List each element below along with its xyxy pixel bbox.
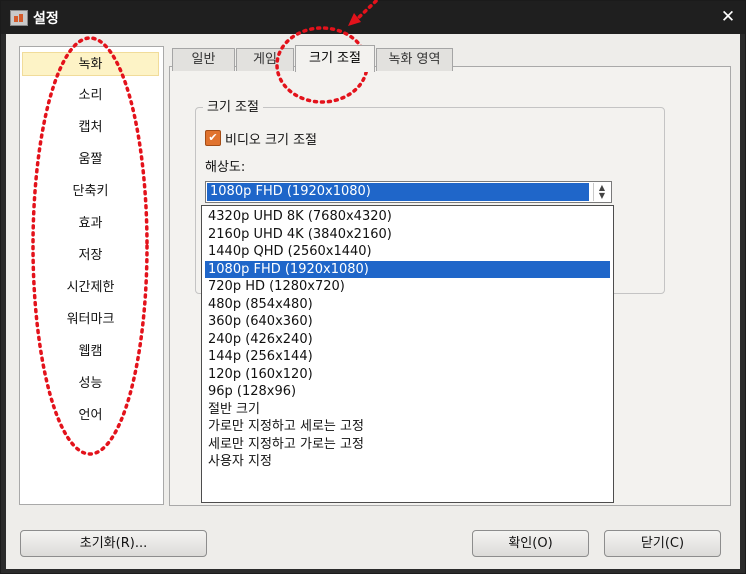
resolution-select[interactable]: 1080p FHD (1920x1080) ▲ ▼ xyxy=(205,181,612,203)
dropdown-option[interactable]: 720p HD (1280x720) xyxy=(205,278,610,295)
check-icon[interactable]: ✔ xyxy=(205,130,221,146)
title-bar: 설정 ✕ xyxy=(1,1,745,34)
dropdown-option[interactable]: 가로만 지정하고 세로는 고정 xyxy=(205,418,610,435)
dropdown-option[interactable]: 480p (854x480) xyxy=(205,296,610,313)
sidebar-item[interactable]: 움짤 xyxy=(22,148,159,172)
sidebar-item[interactable]: 워터마크 xyxy=(22,308,159,332)
spin-down-glyph: ▼ xyxy=(598,191,606,200)
dropdown-option[interactable]: 세로만 지정하고 가로는 고정 xyxy=(205,436,610,453)
sidebar-item[interactable]: 웹캠 xyxy=(22,340,159,364)
dropdown-option[interactable]: 1440p QHD (2560x1440) xyxy=(205,243,610,260)
close-button[interactable]: 닫기(C) xyxy=(604,530,721,557)
settings-window: 설정 ✕ 녹화 소리 캡처 움짤 단축키 효과 저장 시간제한 워터마크 웹캠 성능 언어 일반 게임 크… xyxy=(0,0,746,574)
resolution-dropdown-list: 4320p UHD 8K (7680x4320) 2160p UHD 4K (38… xyxy=(201,205,614,503)
spin-icon[interactable]: ▲ ▼ xyxy=(593,183,610,201)
group-title: 크기 조절 xyxy=(203,96,263,115)
tab[interactable]: 크기 조절 xyxy=(295,45,375,72)
window-title: 설정 xyxy=(33,11,59,27)
sidebar-item[interactable]: 효과 xyxy=(22,212,159,236)
sidebar-item[interactable]: 성능 xyxy=(22,372,159,396)
dropdown-option[interactable]: 120p (160x120) xyxy=(205,366,610,383)
dropdown-option[interactable]: 2160p UHD 4K (3840x2160) xyxy=(205,226,610,243)
resolution-select-value: 1080p FHD (1920x1080) xyxy=(207,183,589,201)
sidebar-item[interactable]: 저장 xyxy=(22,244,159,268)
sidebar-item[interactable]: 단축키 xyxy=(22,180,159,204)
reset-button[interactable]: 초기화(R)... xyxy=(20,530,207,557)
sidebar-item[interactable]: 캡처 xyxy=(22,116,159,140)
tab[interactable]: 게임 xyxy=(236,48,294,71)
dropdown-option[interactable]: 4320p UHD 8K (7680x4320) xyxy=(205,208,610,225)
dropdown-option[interactable]: 절반 크기 xyxy=(205,401,610,418)
dropdown-option[interactable]: 사용자 지정 xyxy=(205,453,610,470)
ok-button[interactable]: 확인(O) xyxy=(472,530,589,557)
sidebar-item[interactable]: 녹화 xyxy=(22,52,159,76)
app-icon xyxy=(10,10,28,26)
dialog-body: 녹화 소리 캡처 움짤 단축키 효과 저장 시간제한 워터마크 웹캠 성능 언어 일반 게임 크기 조절 녹… xyxy=(6,34,740,569)
tab[interactable]: 녹화 영역 xyxy=(376,48,453,71)
dropdown-option[interactable]: 1080p FHD (1920x1080) xyxy=(205,260,610,278)
sidebar: 녹화소리캡처움짤단축키효과저장시간제한워터마크웹캠성능언어 xyxy=(19,46,164,505)
dropdown-option[interactable]: 240p (426x240) xyxy=(205,331,610,348)
sidebar-item[interactable]: 소리 xyxy=(22,84,159,108)
dropdown-option[interactable]: 96p (128x96) xyxy=(205,383,610,400)
resolution-label: 해상도: xyxy=(205,160,246,175)
close-icon[interactable]: ✕ xyxy=(717,6,739,28)
dropdown-option[interactable]: 360p (640x360) xyxy=(205,313,610,330)
resize-checkbox-label[interactable]: 비디오 크기 조절 xyxy=(225,129,317,148)
sidebar-item[interactable]: 언어 xyxy=(22,404,159,428)
sidebar-item[interactable]: 시간제한 xyxy=(22,276,159,300)
dropdown-option[interactable]: 144p (256x144) xyxy=(205,348,610,365)
tab[interactable]: 일반 xyxy=(172,48,235,71)
